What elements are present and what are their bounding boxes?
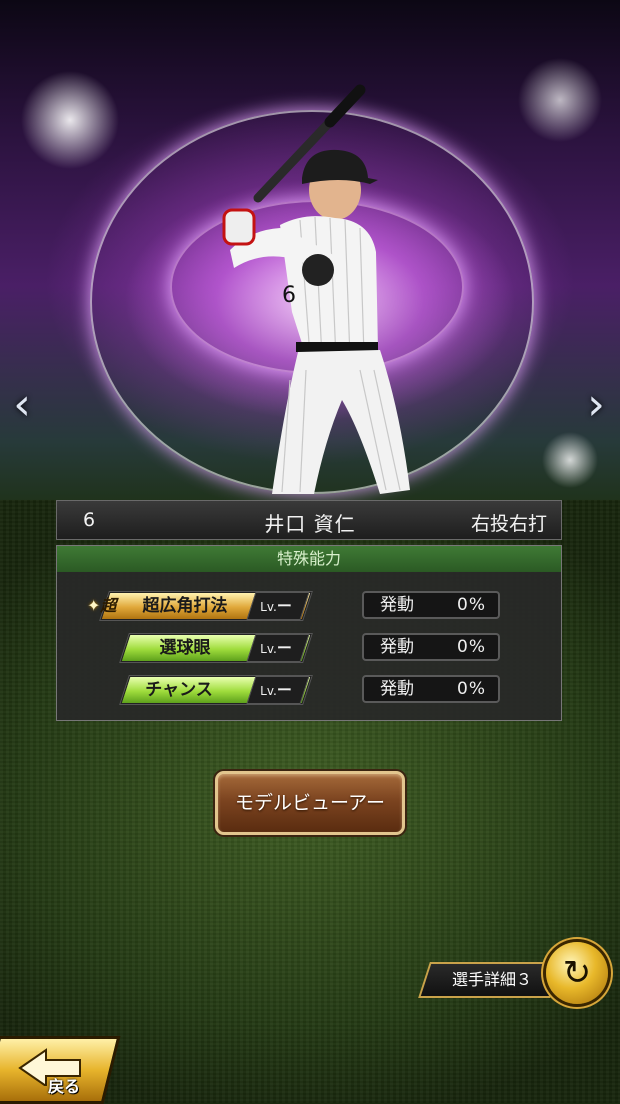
model-viewer-button[interactable]: モデルビューアー [215,771,405,835]
sparkle-icon: ✦ [87,596,101,615]
player-name-bar: 6 井口 資仁 右投右打 [56,500,562,540]
ability-level: Lv.ー [260,639,292,657]
ability-name: チャンス [145,680,213,700]
ability-name: 超広角打法 [142,596,228,616]
batting-throwing-hand: 右投右打 [470,513,547,535]
activation-rate-box: 発動 0% [362,633,500,661]
activation-value: 0% [457,595,486,615]
ability-row: ✦超 超広角打法 Lv.ー 発動 0% [57,590,563,620]
back-label[interactable]: 戻る [48,1073,80,1097]
activation-rate-box: 発動 0% [362,591,500,619]
panel-title: 特殊能力 [57,546,561,572]
activation-label: 発動 [380,679,414,699]
ability-level: Lv.ー [260,597,292,615]
activation-rate-box: 発動 0% [362,675,500,703]
super-ability-mark: ✦超 [87,596,117,615]
player-detail-button[interactable]: 選手詳細３ [432,962,552,998]
refresh-icon[interactable]: ↻ [546,942,608,1004]
svg-text:6: 6 [282,283,296,308]
ability-row: チャンス Lv.ー 発動 0% [57,674,563,704]
player-image: 6 [222,84,410,494]
ability-level: Lv.ー [260,681,292,699]
player-card-background: 6 ‹ › [0,0,620,520]
next-player-chevron-right-icon[interactable]: › [578,380,614,430]
special-abilities-panel: 特殊能力 ✦超 超広角打法 Lv.ー 発動 0% 選球眼 Lv.ー 発動 0% … [56,545,562,721]
ability-row: 選球眼 Lv.ー 発動 0% [57,632,563,662]
prev-player-chevron-left-icon[interactable]: ‹ [4,380,40,430]
activation-value: 0% [457,679,486,699]
activation-value: 0% [457,637,486,657]
activation-label: 発動 [380,595,414,615]
ability-name: 選球眼 [159,638,211,658]
activation-label: 発動 [380,637,414,657]
